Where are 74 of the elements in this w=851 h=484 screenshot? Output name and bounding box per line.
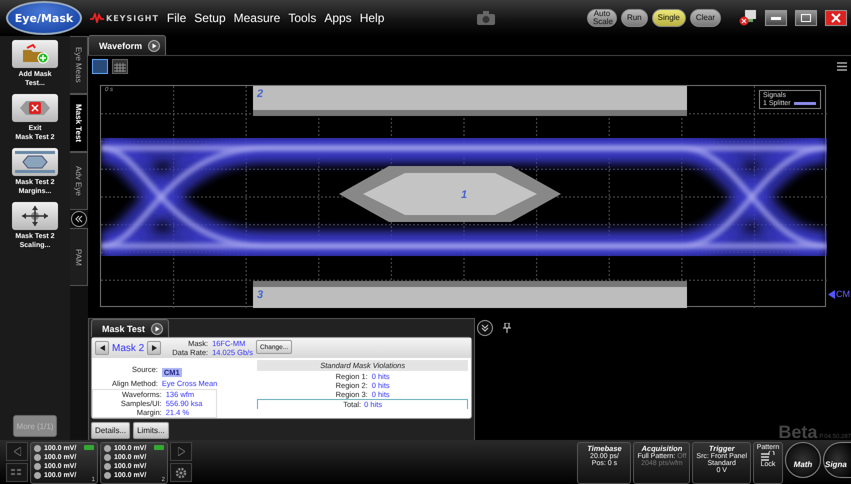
panel-button[interactable]: Details... (91, 422, 130, 439)
waveform-tab[interactable]: Waveform (88, 35, 166, 55)
previous-button[interactable] (95, 341, 109, 355)
channel-marker: CM (836, 289, 850, 299)
grid-icon (11, 468, 23, 476)
indicator-icon (84, 445, 94, 450)
brand-name: KEYSIGHT (106, 14, 159, 22)
side-tab[interactable]: Mask Test (70, 94, 88, 152)
double-chevron-down-icon[interactable] (477, 320, 493, 336)
minimize-icon (771, 16, 781, 20)
collapse-button[interactable] (71, 211, 87, 227)
double-chevron-left-icon (75, 215, 83, 223)
play-icon[interactable] (150, 322, 163, 334)
channel-dot-icon (104, 454, 111, 461)
left-triangle-icon (100, 345, 104, 351)
scroll-left-button[interactable] (6, 442, 28, 461)
close-icon (18, 99, 52, 117)
channel-dot-icon (34, 445, 41, 452)
restore-icon (801, 14, 811, 22)
minimize-button[interactable] (765, 10, 787, 26)
app-menu-button[interactable]: Eye/Mask (6, 1, 82, 35)
menu-item[interactable]: Tools (288, 11, 316, 25)
indicator-icon (154, 445, 164, 450)
side-tab[interactable]: PAM (70, 228, 88, 286)
hexagon-icon (15, 151, 55, 173)
folder-plus-icon (21, 44, 49, 64)
mask-test-tab[interactable]: Mask Test (91, 319, 169, 337)
channel-dot-icon (104, 463, 111, 470)
scroll-right-button[interactable] (170, 442, 192, 461)
settings-icon (175, 466, 187, 478)
menu-item[interactable]: Apps (324, 11, 352, 25)
run-control-button[interactable]: Single (652, 9, 686, 27)
network-error-icon[interactable] (739, 10, 757, 26)
panel-button[interactable]: Limits... (133, 422, 169, 439)
left-triangle-icon (828, 290, 835, 298)
next-button[interactable] (147, 341, 162, 355)
region-label: 3 (257, 289, 264, 301)
side-tab[interactable]: Eye Meas (70, 36, 88, 94)
mask-name: Mask 2 (112, 342, 144, 354)
menu-item[interactable]: Help (360, 11, 384, 25)
close-button[interactable] (825, 10, 847, 26)
right-triangle-icon (178, 447, 184, 456)
left-triangle-icon (14, 447, 20, 456)
play-icon[interactable] (148, 40, 160, 52)
logo-wave-icon (90, 13, 104, 23)
grid-view-button[interactable] (112, 58, 128, 74)
grid-button[interactable] (6, 463, 28, 482)
settings-button[interactable] (170, 463, 192, 482)
region-label: 1 (461, 189, 468, 201)
right-triangle-icon (152, 345, 157, 351)
close-icon (831, 13, 841, 23)
lock-icon (761, 451, 775, 461)
channel-dot-icon (34, 463, 41, 470)
restore-button[interactable] (795, 10, 817, 26)
region-label: 2 (257, 88, 264, 100)
pin-icon[interactable] (503, 323, 511, 333)
run-control-button[interactable]: Clear (690, 9, 721, 27)
channel-dot-icon (104, 472, 111, 479)
single-view-button[interactable] (92, 58, 108, 74)
math-button[interactable]: Math (785, 442, 821, 478)
side-tab[interactable]: Adv Eye (70, 152, 88, 210)
beta-watermark: Beta (778, 422, 818, 443)
move-arrows-icon (20, 205, 50, 227)
channel-dot-icon (104, 445, 111, 452)
menu-icon[interactable] (837, 62, 847, 70)
menu-item[interactable]: File (166, 11, 186, 25)
auto-scale-button[interactable]: Auto Scale (586, 9, 617, 27)
signal-button[interactable]: Signa (823, 442, 851, 478)
camera-icon[interactable] (476, 11, 495, 25)
menu-item[interactable]: Measure (234, 11, 280, 25)
menu-item[interactable]: Setup (194, 11, 226, 25)
channel-dot-icon (34, 472, 41, 479)
channel-dot-icon (34, 454, 41, 461)
run-control-button[interactable]: Run (620, 9, 648, 27)
